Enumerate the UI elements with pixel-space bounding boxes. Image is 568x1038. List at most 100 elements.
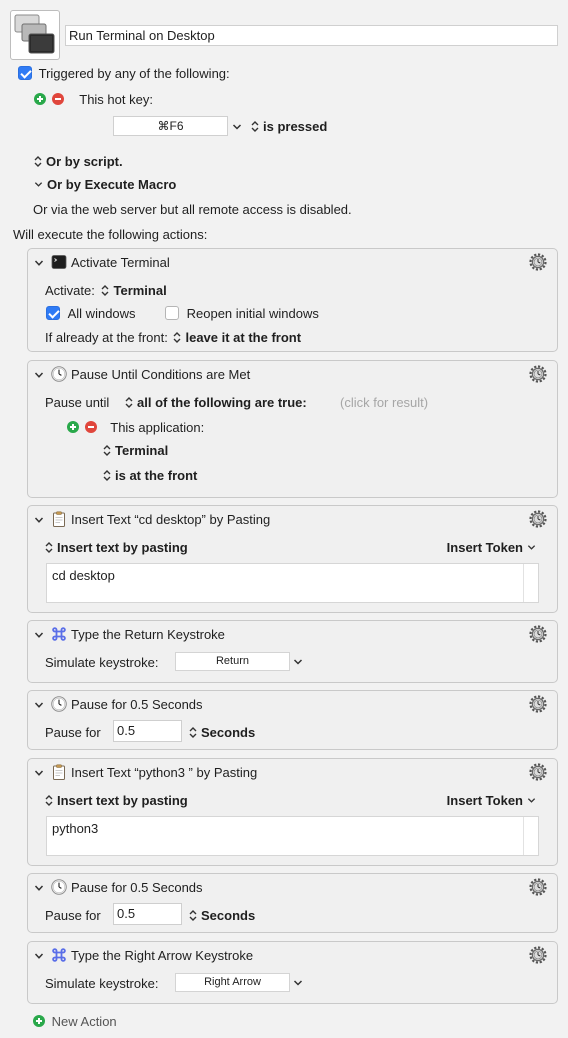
clock-icon (51, 879, 67, 895)
add-trigger-icon[interactable] (34, 93, 46, 105)
insert-mode-popup[interactable]: Insert text by pasting (45, 793, 188, 808)
click-for-result[interactable]: (click for result) (340, 395, 428, 410)
insert-mode-value: Insert text by pasting (57, 793, 188, 808)
action-title: Insert Text “cd desktop” by Pasting (71, 512, 271, 527)
condition-mode-popup[interactable]: all of the following are true: (125, 395, 307, 410)
or-by-script[interactable]: Or by script. (34, 154, 123, 169)
keystroke-field[interactable]: Return (175, 652, 290, 671)
insert-token-menu[interactable]: Insert Token (447, 793, 536, 808)
application-popup[interactable]: Terminal (103, 443, 168, 458)
action-title: Type the Return Keystroke (71, 627, 225, 642)
insert-mode-popup[interactable]: Insert text by pasting (45, 540, 188, 555)
action-pause-until[interactable]: Pause Until Conditions are Met Pause unt… (27, 360, 558, 498)
or-by-script-label: Or by script. (46, 154, 123, 169)
action-title: Pause for 0.5 Seconds (71, 880, 203, 895)
gear-icon[interactable] (528, 945, 548, 965)
pause-for-label: Pause for (45, 725, 101, 740)
activate-row: Activate: Terminal (45, 283, 167, 298)
scrollbar[interactable] (523, 564, 524, 602)
hotkey-condition: is pressed (263, 119, 328, 134)
action-activate-terminal[interactable]: Activate Terminal Activate: Terminal All… (27, 248, 558, 352)
updown-icon (189, 910, 197, 921)
seconds-input[interactable]: 0.5 (113, 720, 182, 742)
application-value: Terminal (115, 443, 169, 458)
reopen-label: Reopen initial windows (186, 306, 319, 321)
action-title: Type the Right Arrow Keystroke (71, 948, 254, 963)
reopen-checkbox[interactable] (165, 306, 179, 320)
action-insert-text-cd[interactable]: Insert Text “cd desktop” by Pasting Inse… (27, 505, 558, 613)
chevron-down-icon (527, 543, 536, 552)
gear-icon[interactable] (528, 694, 548, 714)
hotkey-label: This hot key: (79, 92, 153, 107)
pause-until-label: Pause until (45, 395, 110, 410)
disclosure-icon[interactable] (34, 370, 44, 380)
disclosure-icon[interactable] (34, 768, 44, 778)
all-windows-option[interactable]: All windows (46, 306, 136, 321)
front-label: If already at the front: (45, 330, 168, 345)
action-type-right-arrow[interactable]: Type the Right Arrow Keystroke Simulate … (27, 941, 558, 1004)
triggered-checkbox[interactable] (18, 66, 32, 80)
gear-icon[interactable] (528, 762, 548, 782)
clipboard-icon (51, 764, 67, 780)
text-area[interactable]: cd desktop (46, 563, 539, 603)
scrollbar[interactable] (523, 817, 524, 855)
disclosure-icon[interactable] (34, 883, 44, 893)
gear-icon[interactable] (528, 877, 548, 897)
hotkey-trigger-row: This hot key: (34, 92, 153, 107)
add-condition-icon[interactable] (67, 421, 79, 433)
app-condition-popup[interactable]: is at the front (103, 468, 197, 483)
seconds-input[interactable]: 0.5 (113, 903, 182, 925)
activate-label: Activate: (45, 283, 95, 298)
unit-value: Seconds (201, 725, 256, 740)
front-popup[interactable]: leave it at the front (173, 330, 301, 345)
condition-row: This application: (67, 420, 204, 435)
action-pause-seconds[interactable]: Pause for 0.5 Seconds Pause for 0.5 Seco… (27, 690, 558, 750)
keystroke-value: Return (215, 655, 250, 667)
remove-condition-icon[interactable] (84, 421, 97, 433)
unit-popup[interactable]: Seconds (189, 725, 255, 740)
gear-icon[interactable] (528, 624, 548, 644)
hotkey-field[interactable]: ⌘F6 (113, 116, 228, 136)
reopen-option[interactable]: Reopen initial windows (165, 306, 319, 321)
disclosure-icon[interactable] (34, 515, 44, 525)
action-type-return[interactable]: Type the Return Keystroke Simulate keyst… (27, 620, 558, 683)
new-action-button[interactable]: New Action (33, 1014, 117, 1029)
keystroke-field[interactable]: Right Arrow (175, 973, 290, 992)
insert-token-menu[interactable]: Insert Token (447, 540, 536, 555)
all-windows-checkbox[interactable] (46, 306, 60, 320)
action-title: Pause for 0.5 Seconds (71, 697, 203, 712)
will-execute-heading: Will execute the following actions: (13, 227, 208, 242)
disclosure-icon[interactable] (34, 700, 44, 710)
updown-icon (34, 156, 42, 167)
text-area[interactable]: python3 (46, 816, 539, 856)
gear-icon[interactable] (528, 252, 548, 272)
chevron-down-icon (34, 180, 43, 189)
gear-icon[interactable] (528, 509, 548, 529)
macro-name-field[interactable]: Run Terminal on Desktop (65, 25, 558, 46)
condition-mode-value: all of the following are true: (137, 395, 307, 410)
chevron-down-icon[interactable] (293, 657, 303, 667)
action-pause-seconds[interactable]: Pause for 0.5 Seconds Pause for 0.5 Seco… (27, 873, 558, 933)
all-windows-label: All windows (67, 306, 136, 321)
disclosure-icon[interactable] (34, 630, 44, 640)
hotkey-condition-popup[interactable]: is pressed (251, 119, 327, 134)
triggered-label: Triggered by any of the following: (38, 66, 230, 81)
add-action-icon (33, 1015, 45, 1027)
unit-popup[interactable]: Seconds (189, 908, 255, 923)
updown-icon (173, 332, 181, 343)
command-icon (51, 947, 67, 963)
disclosure-icon[interactable] (34, 258, 44, 268)
macro-icon[interactable] (10, 10, 60, 60)
remove-trigger-icon[interactable] (51, 93, 64, 105)
or-by-execute-macro[interactable]: Or by Execute Macro (34, 177, 176, 192)
disclosure-icon[interactable] (34, 951, 44, 961)
action-title: Pause Until Conditions are Met (71, 367, 251, 382)
insert-mode-value: Insert text by pasting (57, 540, 188, 555)
chevron-down-icon[interactable] (293, 978, 303, 988)
action-insert-text-python3[interactable]: Insert Text “python3 ” by Pasting Insert… (27, 758, 558, 866)
action-title: Insert Text “python3 ” by Pasting (71, 765, 258, 780)
hotkey-dropdown-icon[interactable] (232, 122, 242, 132)
activate-app-popup[interactable]: Terminal (101, 283, 167, 298)
seconds-value: 0.5 (117, 906, 136, 921)
gear-icon[interactable] (528, 364, 548, 384)
